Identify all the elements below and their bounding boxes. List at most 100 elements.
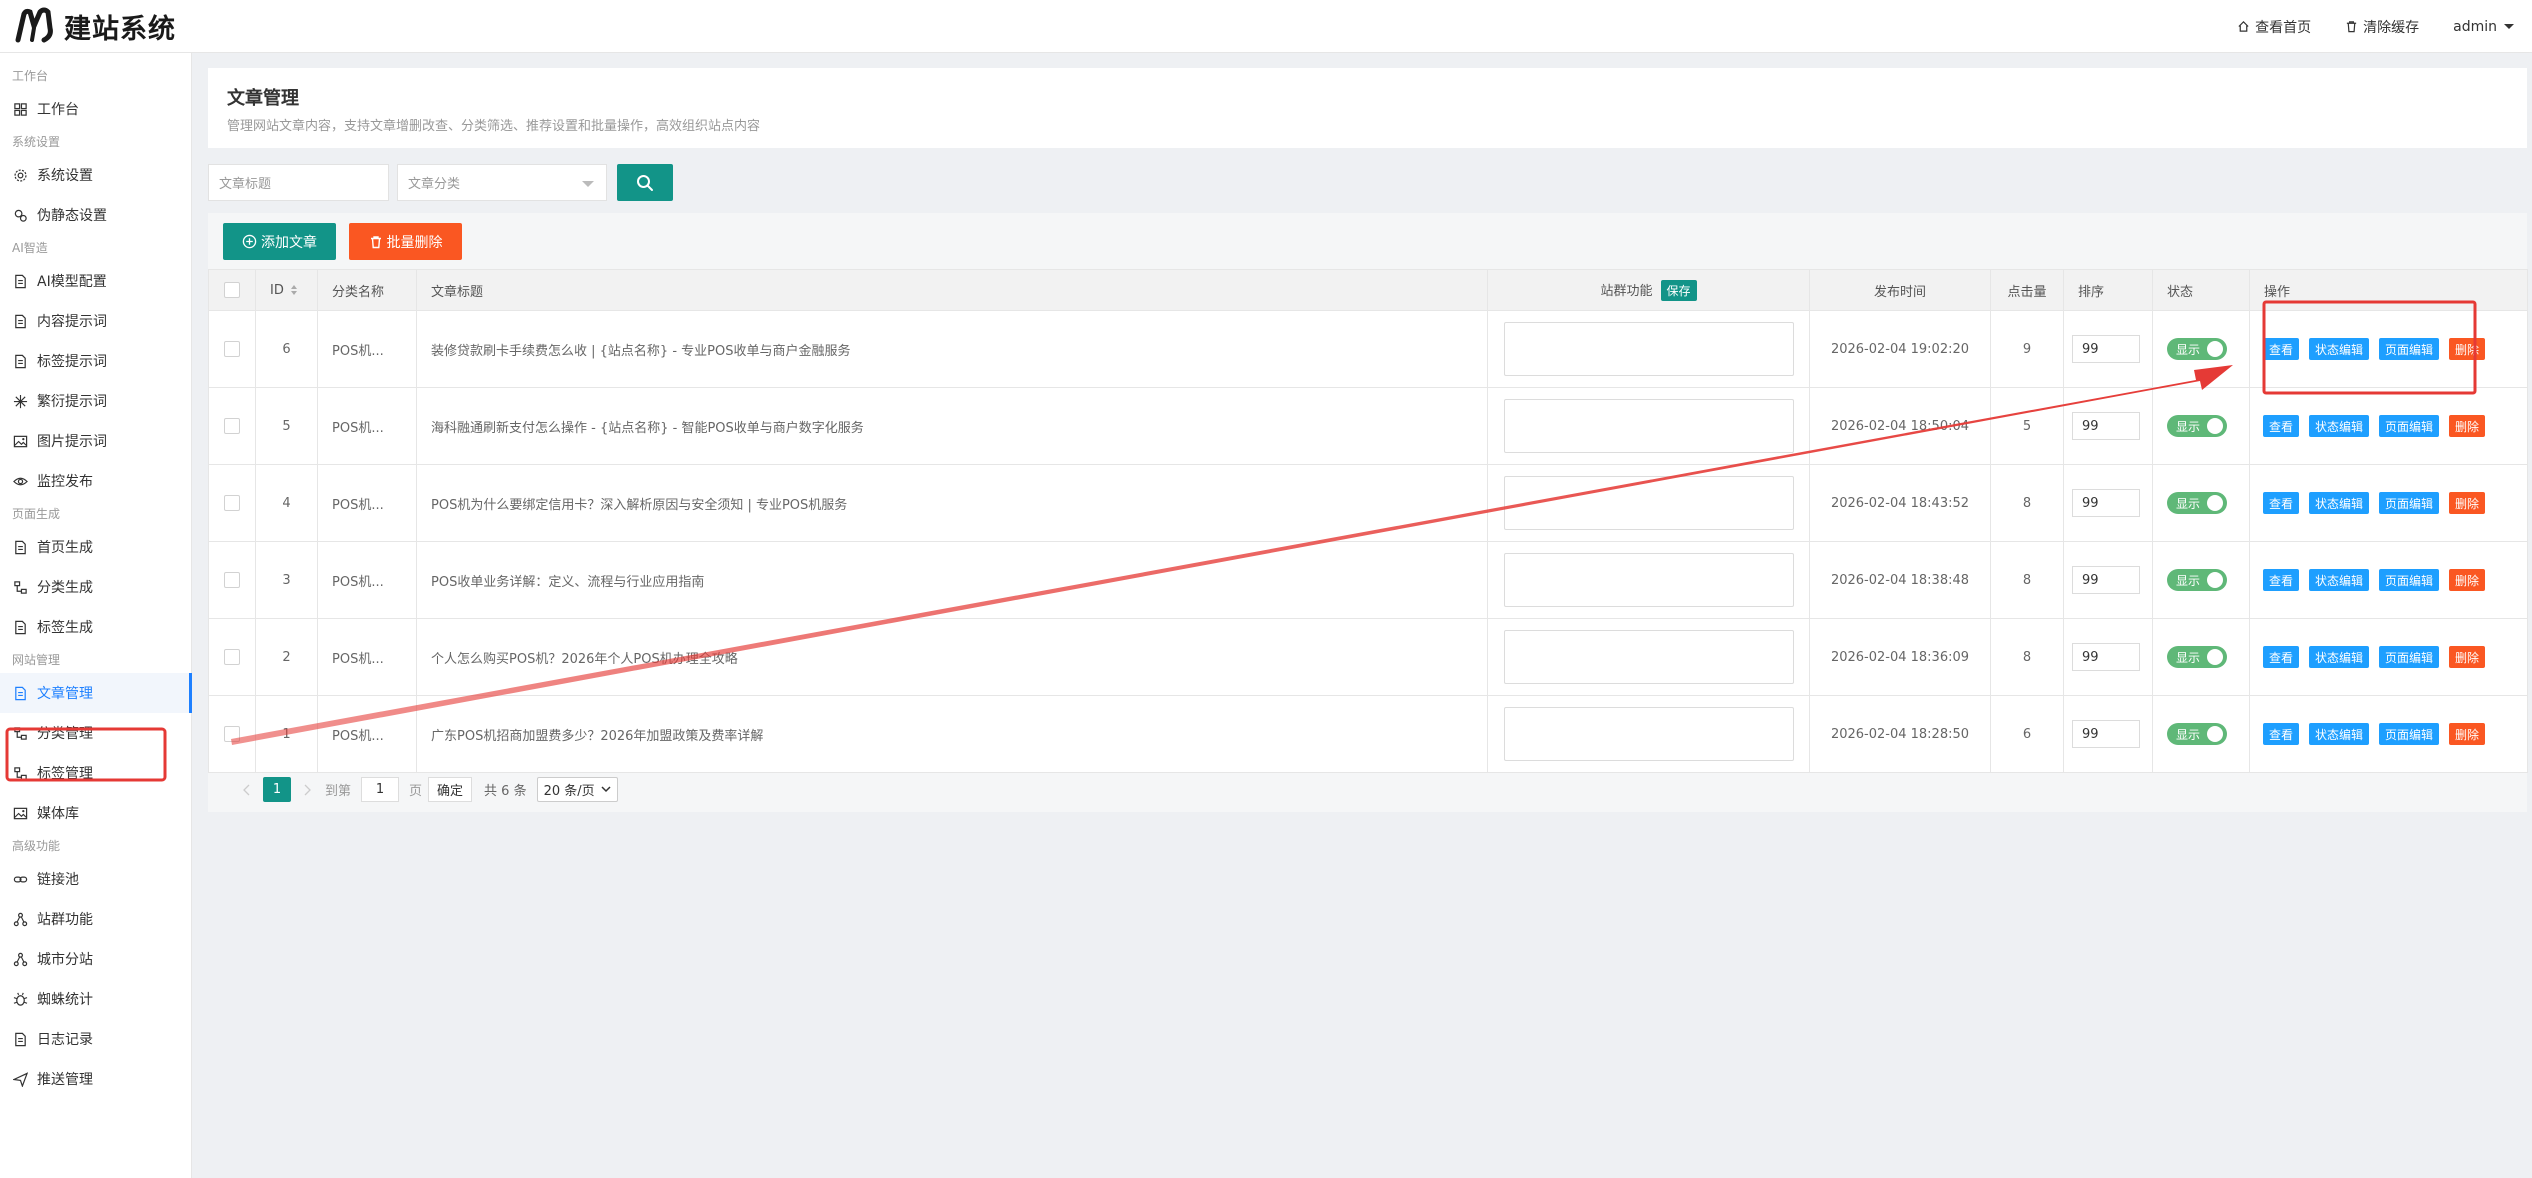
page-edit-button[interactable]: 页面编辑 <box>2379 338 2440 360</box>
view-button[interactable]: 查看 <box>2263 723 2300 745</box>
sidebar-item[interactable]: 城市分站 <box>0 939 191 979</box>
site-group-textarea[interactable] <box>1503 707 1794 761</box>
row-checkbox[interactable] <box>224 418 240 434</box>
col-publish-time: 发布时间 <box>1809 269 1991 311</box>
select-all-checkbox[interactable] <box>224 282 240 298</box>
status-toggle[interactable]: 显示 <box>2167 415 2227 437</box>
sidebar-item[interactable]: 伪静态设置 <box>0 195 191 235</box>
status-edit-button[interactable]: 状态编辑 <box>2309 338 2370 360</box>
eye-icon <box>13 477 28 485</box>
page-edit-button[interactable]: 页面编辑 <box>2379 415 2440 437</box>
table-row: 2 POS机... 个人怎么购买POS机？2026年个人POS机办理全攻略 20… <box>208 618 2528 696</box>
page-edit-button[interactable]: 页面编辑 <box>2379 723 2440 745</box>
status-toggle[interactable]: 显示 <box>2167 723 2227 745</box>
sidebar-item[interactable]: 站群功能 <box>0 899 191 939</box>
title-search-input[interactable]: 文章标题 <box>208 164 389 201</box>
goto-confirm-button[interactable]: 确定 <box>428 777 473 802</box>
status-edit-button[interactable]: 状态编辑 <box>2309 569 2370 591</box>
view-home-label: 查看首页 <box>2255 19 2312 36</box>
sidebar-item[interactable]: 标签提示词 <box>0 341 191 381</box>
sidebar-item[interactable]: 日志记录 <box>0 1019 191 1059</box>
sidebar-item[interactable]: 系统设置 <box>0 155 191 195</box>
sidebar-item[interactable]: 图片提示词 <box>0 421 191 461</box>
sort-input[interactable]: 99 <box>2072 566 2140 594</box>
sidebar-item[interactable]: 蜘蛛统计 <box>0 979 191 1019</box>
sidebar-item[interactable]: 繁衍提示词 <box>0 381 191 421</box>
sort-icon[interactable] <box>290 284 298 296</box>
delete-button[interactable]: 删除 <box>2449 723 2486 745</box>
page-current[interactable]: 1 <box>263 777 291 802</box>
sidebar-item[interactable]: 推送管理 <box>0 1059 191 1099</box>
row-checkbox[interactable] <box>224 572 240 588</box>
sidebar-item[interactable]: AI模型配置 <box>0 261 191 301</box>
sidebar-item[interactable]: 媒体库 <box>0 793 191 833</box>
clear-cache-link[interactable]: 清除缓存 <box>2345 17 2419 37</box>
status-toggle[interactable]: 显示 <box>2167 338 2227 360</box>
sidebar-item[interactable]: 监控发布 <box>0 461 191 501</box>
category-select[interactable]: 文章分类 <box>397 164 607 201</box>
row-checkbox[interactable] <box>224 726 240 742</box>
status-toggle[interactable]: 显示 <box>2167 646 2227 668</box>
add-article-button[interactable]: 添加文章 <box>223 223 336 260</box>
sidebar-item-label: 文章管理 <box>37 686 93 702</box>
status-toggle[interactable]: 显示 <box>2167 569 2227 591</box>
search-button[interactable] <box>617 164 673 201</box>
row-checkbox[interactable] <box>224 341 240 357</box>
sort-input[interactable]: 99 <box>2072 412 2140 440</box>
view-button[interactable]: 查看 <box>2263 569 2300 591</box>
sidebar-item-label: 链接池 <box>37 872 79 888</box>
batch-delete-button[interactable]: 批量删除 <box>349 223 462 260</box>
row-publish-time: 2026-02-04 19:02:20 <box>1809 310 1991 388</box>
col-id[interactable]: ID <box>255 269 318 311</box>
site-group-textarea[interactable] <box>1503 630 1794 684</box>
site-group-save-button[interactable]: 保存 <box>1660 279 1697 301</box>
status-toggle[interactable]: 显示 <box>2167 492 2227 514</box>
trash-icon <box>2346 21 2357 33</box>
tree-icon <box>14 766 27 780</box>
status-edit-button[interactable]: 状态编辑 <box>2309 646 2370 668</box>
prev-page-icon[interactable] <box>243 784 251 796</box>
logo[interactable]: 建站系统 <box>14 6 176 46</box>
sidebar-item[interactable]: 内容提示词 <box>0 301 191 341</box>
status-edit-button[interactable]: 状态编辑 <box>2309 492 2370 514</box>
sidebar-item[interactable]: 分类管理 <box>0 713 191 753</box>
site-group-textarea[interactable] <box>1503 322 1794 376</box>
page-edit-button[interactable]: 页面编辑 <box>2379 569 2440 591</box>
sidebar-item[interactable]: 文章管理 <box>0 673 192 713</box>
sort-input[interactable]: 99 <box>2072 720 2140 748</box>
delete-button[interactable]: 删除 <box>2449 338 2486 360</box>
status-edit-button[interactable]: 状态编辑 <box>2309 415 2370 437</box>
view-button[interactable]: 查看 <box>2263 646 2300 668</box>
view-button[interactable]: 查看 <box>2263 338 2300 360</box>
view-button[interactable]: 查看 <box>2263 492 2300 514</box>
goto-page-input[interactable]: 1 <box>361 777 400 802</box>
delete-button[interactable]: 删除 <box>2449 415 2486 437</box>
sidebar-item[interactable]: 首页生成 <box>0 527 191 567</box>
row-id: 3 <box>255 541 318 619</box>
site-group-textarea[interactable] <box>1503 399 1794 453</box>
delete-button[interactable]: 删除 <box>2449 646 2486 668</box>
sidebar-item[interactable]: 标签管理 <box>0 753 191 793</box>
next-page-icon[interactable] <box>303 784 311 796</box>
view-home-link[interactable]: 查看首页 <box>2237 17 2311 37</box>
delete-button[interactable]: 删除 <box>2449 569 2486 591</box>
sort-input[interactable]: 99 <box>2072 643 2140 671</box>
site-group-textarea[interactable] <box>1503 553 1794 607</box>
page-edit-button[interactable]: 页面编辑 <box>2379 492 2440 514</box>
row-checkbox[interactable] <box>224 495 240 511</box>
sidebar-item[interactable]: 工作台 <box>0 89 191 129</box>
user-menu[interactable]: admin <box>2453 19 2520 35</box>
row-checkbox[interactable] <box>224 649 240 665</box>
page-size-select[interactable]: 20 条/页 <box>536 777 618 802</box>
status-edit-button[interactable]: 状态编辑 <box>2309 723 2370 745</box>
sidebar-item[interactable]: 分类生成 <box>0 567 191 607</box>
sort-input[interactable]: 99 <box>2072 335 2140 363</box>
page-edit-button[interactable]: 页面编辑 <box>2379 646 2440 668</box>
site-group-textarea[interactable] <box>1503 476 1794 530</box>
delete-button[interactable]: 删除 <box>2449 492 2486 514</box>
sidebar-item[interactable]: 标签生成 <box>0 607 191 647</box>
row-status-cell: 显示 <box>2152 541 2250 619</box>
sidebar-item[interactable]: 链接池 <box>0 859 191 899</box>
sort-input[interactable]: 99 <box>2072 489 2140 517</box>
view-button[interactable]: 查看 <box>2263 415 2300 437</box>
